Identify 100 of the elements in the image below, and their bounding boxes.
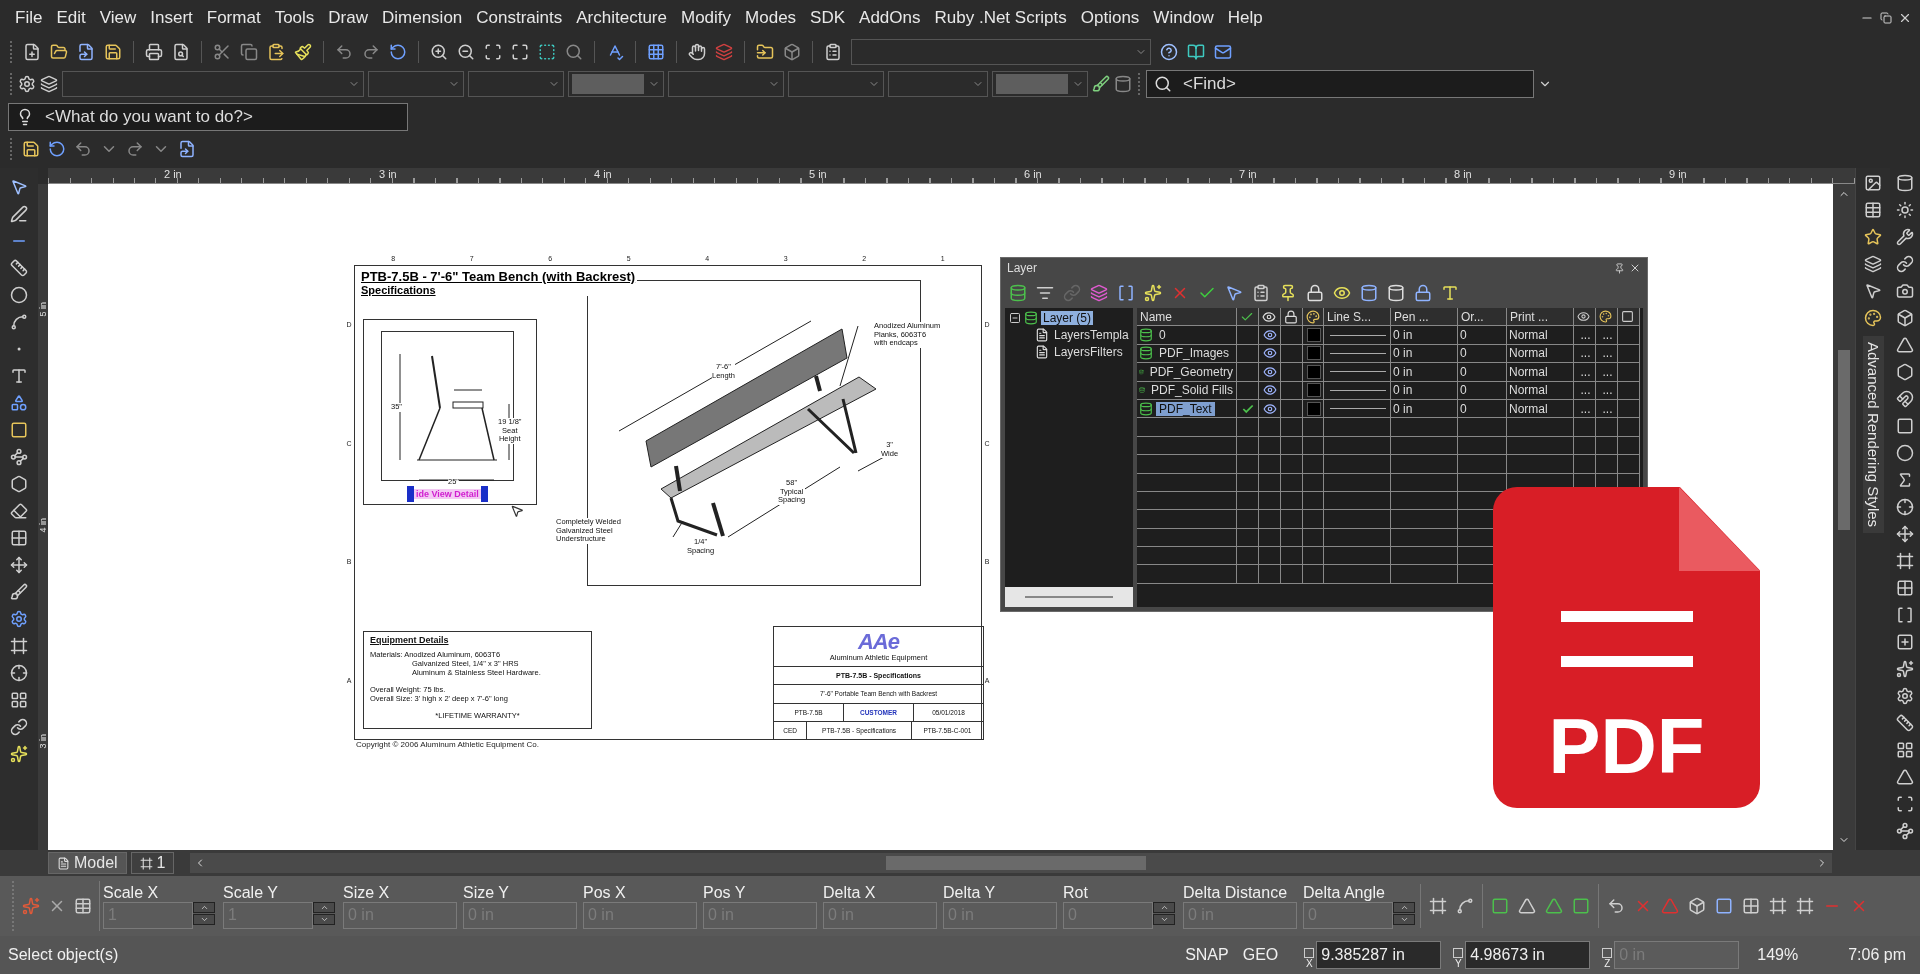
property-label: Delta Angle — [1303, 883, 1386, 902]
sheet-subtitle: Specifications — [361, 284, 437, 296]
pen-cell: 0 in — [1393, 364, 1413, 379]
status-mode[interactable]: SNAP — [1185, 946, 1229, 964]
more-cell[interactable]: ... — [1602, 346, 1613, 361]
print-cell: Normal — [1509, 364, 1548, 379]
property-label: Pos X — [583, 883, 627, 902]
ruler-label: 3 in — [38, 734, 48, 749]
menu-item[interactable]: Format — [199, 4, 268, 32]
property-label: Delta Distance — [1183, 883, 1289, 902]
layer-name: PDF_Geometry — [1148, 364, 1234, 379]
layer-name-cell[interactable]: PDF_Text — [1137, 399, 1237, 419]
ruler-label: 4 in — [38, 518, 48, 533]
pen-cell: 0 in — [1393, 328, 1413, 343]
order-cell: 0 — [1460, 383, 1467, 398]
layer-name-cell[interactable]: 0 — [1137, 326, 1237, 345]
tree-item[interactable]: Layer (5) — [1041, 311, 1094, 325]
ruler-label: 2 in — [164, 168, 182, 180]
print-cell: Normal — [1509, 401, 1548, 416]
menu-item[interactable]: Insert — [143, 4, 200, 32]
menu-item[interactable]: Options — [1073, 4, 1147, 32]
column-header[interactable]: Print ... — [1507, 308, 1574, 327]
property-label: Scale Y — [223, 883, 279, 902]
tree-item[interactable]: LayersTempla — [1052, 328, 1131, 342]
menu-item[interactable]: Ruby .Net Scripts — [927, 4, 1074, 32]
pdf-label: PDF — [1548, 707, 1705, 785]
menu-item[interactable]: Modes — [738, 4, 804, 32]
ruler-label: 3 in — [379, 168, 397, 180]
sheet-title: PTB-7.5B - 7'-6" Team Bench (with Backrest) — [361, 269, 636, 284]
panel-title: Layer — [1007, 261, 1039, 275]
coordinate-field[interactable]: 9.385287 in — [1316, 941, 1442, 969]
column-header[interactable]: Name — [1137, 308, 1237, 327]
axis-label: Z — [1604, 958, 1611, 969]
zoom-level: 149% — [1757, 946, 1799, 964]
status-mode[interactable]: GEO — [1242, 946, 1279, 964]
property-label: Size Y — [463, 883, 510, 902]
column-header[interactable]: Line S... — [1324, 308, 1391, 327]
more-cell[interactable]: ... — [1580, 346, 1591, 361]
menu-item[interactable]: File — [8, 4, 50, 32]
menu-item[interactable]: Dimension — [375, 4, 470, 32]
menu-item[interactable]: AddOns — [852, 4, 928, 32]
ruler-label: 5 in — [809, 168, 827, 180]
ruler-label: 7 in — [1239, 168, 1257, 180]
order-cell: 0 — [1460, 328, 1467, 343]
more-cell[interactable]: ... — [1580, 328, 1591, 343]
more-cell[interactable]: ... — [1602, 328, 1613, 343]
layer-name-cell[interactable]: PDF_Images — [1137, 344, 1237, 364]
more-cell[interactable]: ... — [1580, 364, 1591, 379]
more-cell[interactable]: ... — [1602, 364, 1613, 379]
ruler-label: 8 in — [1454, 168, 1472, 180]
document-tab[interactable]: Model — [48, 852, 127, 874]
equipment-title: Equipment Details — [370, 635, 450, 646]
ruler-label: 4 in — [594, 168, 612, 180]
print-cell: Normal — [1509, 383, 1548, 398]
more-cell[interactable]: ... — [1580, 401, 1591, 416]
layer-name-cell[interactable]: PDF_Solid Fills — [1137, 381, 1237, 400]
menu-item[interactable]: View — [92, 4, 144, 32]
order-cell: 0 — [1460, 401, 1467, 416]
menu-item[interactable]: SDK — [803, 4, 853, 32]
coordinate-field[interactable]: 4.98673 in — [1465, 941, 1591, 969]
property-label: Delta Y — [943, 883, 997, 902]
ruler-label: 9 in — [1669, 168, 1687, 180]
tree-item[interactable]: LayersFilters — [1052, 345, 1125, 359]
column-header[interactable]: Pen ... — [1391, 308, 1458, 327]
pen-cell: 0 in — [1393, 401, 1413, 416]
property-label: Size X — [343, 883, 391, 902]
order-cell: 0 — [1460, 346, 1467, 361]
property-label: Pos Y — [703, 883, 747, 902]
menu-item[interactable]: Tools — [267, 4, 322, 32]
ruler-label: 6 in — [1024, 168, 1042, 180]
menu-item[interactable]: Help — [1220, 4, 1270, 32]
layer-name: PDF_Solid Fills — [1149, 383, 1234, 398]
menu-item[interactable]: Constraints — [469, 4, 570, 32]
command-search-field[interactable]: <What do you want to do?> — [8, 103, 408, 131]
menu-item[interactable]: Edit — [49, 4, 93, 32]
ruler-label: 5 in — [38, 302, 48, 317]
menu-item[interactable]: Modify — [674, 4, 739, 32]
side-panel-tab[interactable]: Advanced Rendering Styles — [1862, 336, 1884, 534]
more-cell[interactable]: ... — [1602, 401, 1613, 416]
property-label: Scale X — [103, 883, 160, 902]
more-cell[interactable]: ... — [1602, 383, 1613, 398]
document-tab[interactable]: 1 — [130, 852, 175, 874]
axis-label: X — [1305, 958, 1313, 969]
pen-cell: 0 in — [1393, 346, 1413, 361]
layer-name: PDF_Text — [1156, 401, 1215, 416]
menu-item[interactable]: Window — [1146, 4, 1221, 32]
menu-item[interactable]: Architecture — [569, 4, 674, 32]
find-field[interactable]: <Find> — [1146, 70, 1534, 98]
column-header[interactable]: Or... — [1458, 308, 1507, 327]
pen-cell: 0 in — [1393, 383, 1413, 398]
menu-item[interactable]: Draw — [321, 4, 375, 32]
layer-name-cell[interactable]: PDF_Geometry — [1137, 363, 1237, 382]
order-cell: 0 — [1460, 364, 1467, 379]
property-label: Rot — [1063, 883, 1089, 902]
property-label: Delta X — [823, 883, 877, 902]
status-message: Select object(s) — [8, 946, 120, 964]
copyright-text: Copyright © 2006 Aluminum Athletic Equipment Co. — [355, 740, 540, 750]
layer-name: 0 — [1158, 328, 1167, 343]
more-cell[interactable]: ... — [1580, 383, 1591, 398]
company-logo: AAe — [858, 631, 899, 653]
